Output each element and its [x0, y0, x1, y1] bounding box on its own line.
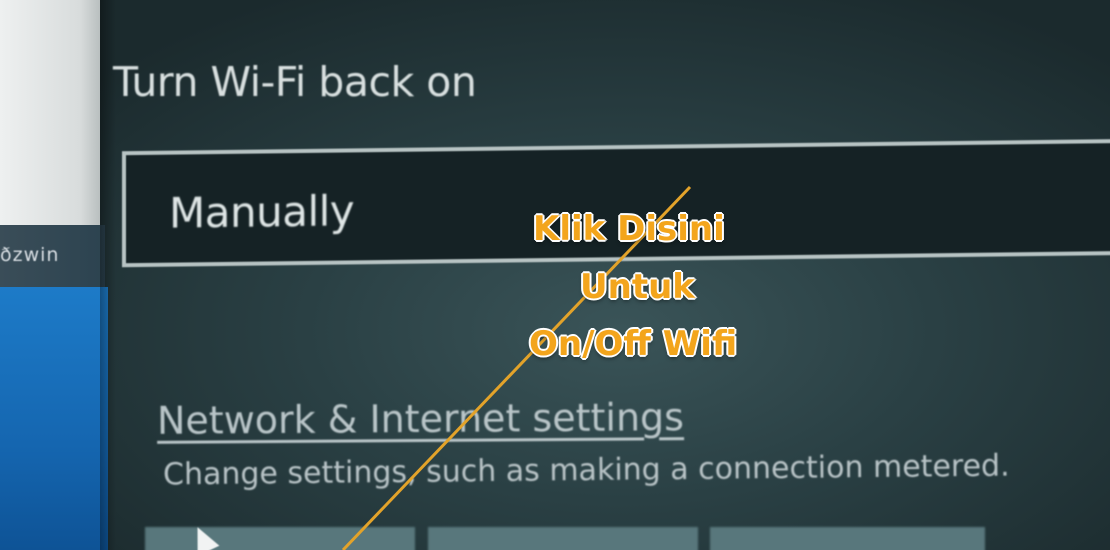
screen-photo: ðzwin Turn Wi-Fi back on Manually Networ… [0, 0, 1110, 550]
annotation-text-line-1: Klik Disini [533, 209, 725, 249]
annotation-pointer-line [341, 185, 692, 550]
annotation-text-line-3: On/Off Wifi [529, 324, 738, 364]
annotation-text-line-2: Untuk [580, 267, 695, 307]
